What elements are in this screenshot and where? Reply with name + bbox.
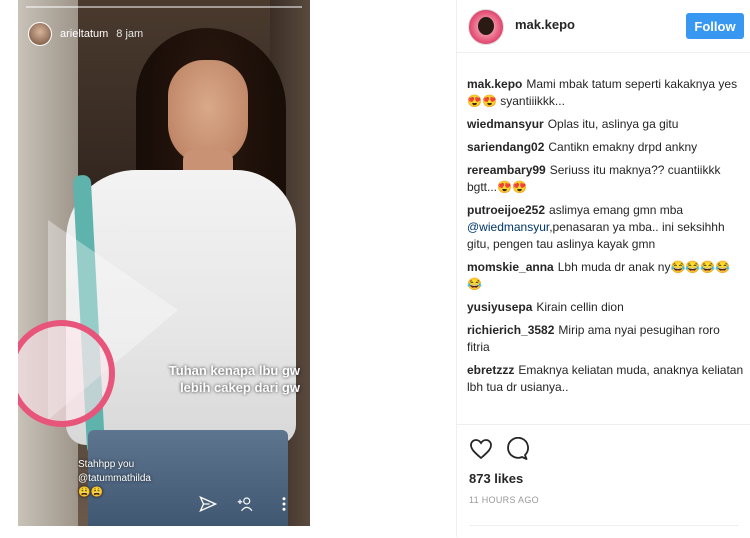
comment-username[interactable]: sariendang02 <box>467 140 544 154</box>
comment-item: wiedmansyur Oplas itu, aslinya ga gitu <box>467 116 745 133</box>
comment-mention[interactable]: @wiedmansyur <box>467 220 549 234</box>
story-caption-line1: Tuhan kenapa lbu gw <box>168 363 300 378</box>
comment-text: Kirain cellin dion <box>536 300 624 314</box>
comment-item: momskie_anna Lbh muda dr anak ny😂😂😂😂😂 <box>467 259 745 293</box>
comment-username[interactable]: ebretzzz <box>467 363 514 377</box>
story-media[interactable]: arieltatum 8 jam Tuhan kenapa lbu gw leb… <box>18 0 310 526</box>
comment-username[interactable]: putroeijoe252 <box>467 203 545 217</box>
comment-item: yusiyusepa Kirain cellin dion <box>467 299 745 316</box>
heart-icon[interactable] <box>469 437 493 461</box>
comment-username[interactable]: yusiyusepa <box>467 300 532 314</box>
story-reply-text: Stahhpp you @tatummathilda 😩😩 <box>78 458 151 500</box>
story-avatar[interactable] <box>28 22 52 46</box>
comment-list: mak.kepo Mami mbak tatum seperti kakaknya… <box>467 76 745 402</box>
story-progress-bar <box>26 6 302 8</box>
likes-count[interactable]: 873 likes <box>469 471 523 486</box>
comment-item: ebretzzz Emaknya keliatan muda, anaknya k… <box>467 362 745 396</box>
comment-text: Cantikn emakny drpd ankny <box>548 140 698 154</box>
comment-item: sariendang02 Cantikn emakny drpd ankny <box>467 139 745 156</box>
comment-item: mak.kepo Mami mbak tatum seperti kakaknya… <box>467 76 745 110</box>
comment-username[interactable]: momskie_anna <box>467 260 554 274</box>
story-caption: Tuhan kenapa lbu gw lebih cakep dari gw <box>168 362 300 396</box>
comment-username[interactable]: richierich_3582 <box>467 323 554 337</box>
add-comment-divider <box>469 525 739 526</box>
post-panel: mak.kepo Follow mak.kepo Mami mbak tatum … <box>456 0 750 537</box>
comment-text: aslimya emang gmn mba <box>549 203 684 217</box>
comment-item: richierich_3582 Mirip ama nyai pesugihan … <box>467 322 745 356</box>
comment-username[interactable]: wiedmansyur <box>467 117 544 131</box>
reply-emoji: 😩😩 <box>78 487 103 498</box>
reply-line1: Stahhpp you <box>78 459 135 470</box>
post-actions: 873 likes 11 HOURS AGO <box>457 424 750 538</box>
comment-text: Oplas itu, aslinya ga gitu <box>547 117 679 131</box>
story-header: arieltatum 8 jam <box>28 22 143 46</box>
comment-username[interactable]: rereambary99 <box>467 163 546 177</box>
story-footer <box>198 494 294 514</box>
comment-item: rereambary99 Seriuss itu maknya?? cuantii… <box>467 162 745 196</box>
story-username[interactable]: arieltatum <box>60 28 108 40</box>
post-username[interactable]: mak.kepo <box>515 17 575 32</box>
comment-username[interactable]: mak.kepo <box>467 77 522 91</box>
post-header: mak.kepo Follow <box>457 0 750 53</box>
comment-icon[interactable] <box>505 436 529 461</box>
send-icon[interactable] <box>198 494 218 514</box>
post-timestamp: 11 HOURS AGO <box>469 495 539 505</box>
add-person-icon[interactable] <box>236 494 256 514</box>
comment-item: putroeijoe252 aslimya emang gmn mba @wiedm… <box>467 202 745 253</box>
profile-avatar[interactable] <box>468 9 504 45</box>
story-caption-line2: lebih cakep dari gw <box>180 380 300 395</box>
story-time: 8 jam <box>116 28 144 40</box>
follow-button[interactable]: Follow <box>686 13 744 39</box>
more-icon[interactable] <box>274 494 294 514</box>
reply-line2: @tatummathilda <box>78 473 151 484</box>
